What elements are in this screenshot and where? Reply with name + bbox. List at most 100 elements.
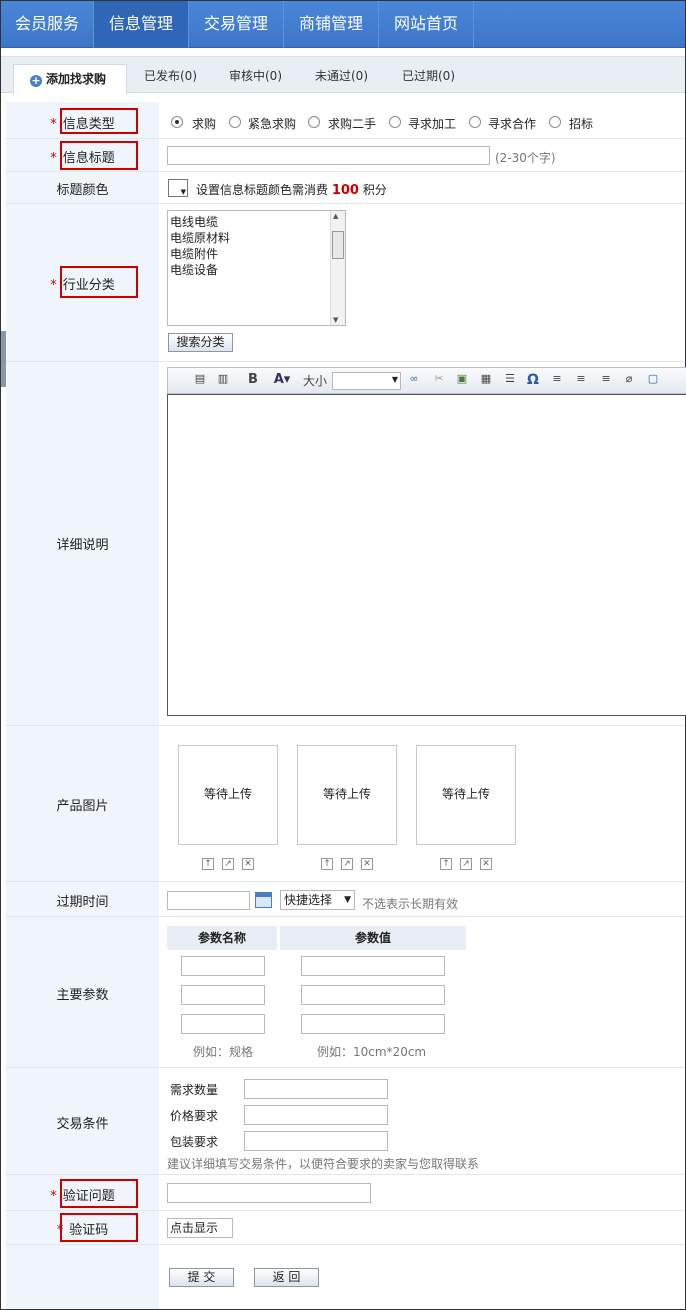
- row-divider: [6, 1244, 684, 1245]
- search-category-button[interactable]: 搜索分类: [168, 333, 233, 352]
- expire-note: 不选表示长期有效: [362, 897, 459, 911]
- image-upload-slot-2[interactable]: 等待上传: [297, 745, 397, 845]
- font-size-select[interactable]: ▼: [332, 372, 401, 390]
- param-name-input-3[interactable]: [181, 1014, 265, 1034]
- industry-listbox[interactable]: 电线电缆 电缆原材料 电缆附件 电缆设备 ▲ ▼: [167, 210, 346, 326]
- scroll-up-icon[interactable]: ▲: [333, 212, 338, 220]
- radio-label: 寻求合作: [488, 117, 537, 131]
- font-color-icon[interactable]: A▾: [271, 372, 293, 388]
- align-left-icon[interactable]: ≡: [549, 372, 565, 388]
- plus-icon: +: [30, 74, 42, 87]
- radio-processing[interactable]: [389, 116, 401, 128]
- radio-label: 招标: [569, 117, 594, 131]
- radio-label: 求购: [192, 117, 217, 131]
- upload-icon[interactable]: ↑: [440, 858, 452, 870]
- align-center-icon[interactable]: ≡: [573, 372, 589, 388]
- label-industry: * 行业分类: [50, 278, 115, 293]
- nav-shop-manage[interactable]: 商铺管理: [284, 1, 379, 48]
- open-icon[interactable]: ↗: [222, 858, 234, 870]
- open-icon[interactable]: ↗: [460, 858, 472, 870]
- scroll-thumb[interactable]: [332, 231, 344, 259]
- tab-add-purchase[interactable]: + 添加找求购: [13, 64, 127, 94]
- label-detail: 详细说明: [56, 538, 109, 553]
- industry-option[interactable]: 电缆附件: [170, 246, 230, 262]
- param-value-example: 例如：10cm*20cm: [317, 1045, 427, 1059]
- open-icon[interactable]: ↗: [341, 858, 353, 870]
- link-icon[interactable]: ∞: [406, 372, 422, 388]
- editor-content-area[interactable]: [167, 394, 686, 716]
- industry-option[interactable]: 电线电缆: [170, 214, 230, 230]
- tab-expired[interactable]: 已过期(0): [402, 57, 455, 93]
- fullscreen-icon[interactable]: ▢: [645, 372, 661, 388]
- align-right-icon[interactable]: ≡: [598, 372, 614, 388]
- bold-icon[interactable]: B: [246, 372, 260, 388]
- listbox-scrollbar[interactable]: ▲ ▼: [330, 211, 345, 325]
- radio-tender[interactable]: [549, 116, 561, 128]
- radio-label: 寻求加工: [408, 117, 457, 131]
- radio-label: 求购二手: [328, 117, 377, 131]
- unlink-icon[interactable]: ✂: [431, 372, 447, 388]
- attachment-icon[interactable]: ⌀: [622, 372, 636, 388]
- radio-label: 紧急求购: [248, 117, 297, 131]
- special-char-icon[interactable]: Ω: [525, 372, 541, 388]
- upload-icon[interactable]: ↑: [202, 858, 214, 870]
- label-info-title: * 信息标题: [50, 151, 115, 166]
- radio-purchase[interactable]: [171, 116, 183, 128]
- color-cost-note: 设置信息标题颜色需消费 100 积分: [196, 183, 387, 198]
- nav-info-manage[interactable]: 信息管理: [94, 1, 189, 48]
- nav-member-service[interactable]: 会员服务: [1, 1, 94, 48]
- paste-icon[interactable]: ▥: [215, 372, 231, 388]
- label-verify-question: * 验证问题: [50, 1189, 115, 1204]
- scroll-down-icon[interactable]: ▼: [333, 316, 338, 324]
- trade-quantity-input[interactable]: [244, 1079, 388, 1099]
- radio-used-purchase[interactable]: [308, 116, 320, 128]
- nav-trade-manage[interactable]: 交易管理: [189, 1, 284, 48]
- tab-rejected[interactable]: 未通过(0): [315, 57, 368, 93]
- param-name-example: 例如：规格: [193, 1045, 254, 1059]
- industry-option[interactable]: 电缆原材料: [170, 230, 230, 246]
- upload-icon[interactable]: ↑: [321, 858, 333, 870]
- industry-option[interactable]: 电缆设备: [170, 262, 230, 278]
- hr-icon[interactable]: ☰: [502, 372, 518, 388]
- param-value-input-1[interactable]: [301, 956, 445, 976]
- row-divider: [6, 881, 684, 882]
- expire-date-input[interactable]: [167, 891, 250, 910]
- tab-reviewing[interactable]: 审核中(0): [229, 57, 282, 93]
- color-picker[interactable]: ▼: [168, 179, 188, 197]
- media-icon[interactable]: ▦: [478, 372, 494, 388]
- tab-add-label: 添加找求购: [46, 72, 107, 86]
- image-upload-slot-3[interactable]: 等待上传: [416, 745, 516, 845]
- top-nav: 会员服务 信息管理 交易管理 商铺管理 网站首页: [1, 1, 685, 48]
- delete-icon[interactable]: ✕: [480, 858, 492, 870]
- back-button[interactable]: 返 回: [254, 1268, 319, 1287]
- radio-cooperation[interactable]: [469, 116, 481, 128]
- trade-price-input[interactable]: [244, 1105, 388, 1125]
- image-upload-slot-1[interactable]: 等待上传: [178, 745, 278, 845]
- tab-published[interactable]: 已发布(0): [144, 57, 197, 93]
- verify-answer-input[interactable]: [167, 1183, 371, 1203]
- param-value-header: 参数值: [280, 926, 466, 950]
- row-divider: [6, 1210, 684, 1211]
- param-name-input-2[interactable]: [181, 985, 265, 1005]
- calendar-icon[interactable]: [255, 892, 272, 908]
- delete-icon[interactable]: ✕: [242, 858, 254, 870]
- font-size-label: 大小: [302, 374, 327, 388]
- delete-icon[interactable]: ✕: [361, 858, 373, 870]
- row-divider: [6, 916, 684, 917]
- param-name-header: 参数名称: [167, 926, 277, 950]
- title-input[interactable]: [167, 146, 490, 165]
- image-icon[interactable]: ▣: [454, 372, 470, 388]
- radio-urgent-purchase[interactable]: [229, 116, 241, 128]
- nav-homepage[interactable]: 网站首页: [379, 1, 474, 48]
- captcha-show-button[interactable]: 点击显示: [167, 1218, 233, 1238]
- copy-icon[interactable]: ▤: [192, 372, 208, 388]
- submit-button[interactable]: 提 交: [169, 1268, 234, 1287]
- param-value-input-2[interactable]: [301, 985, 445, 1005]
- param-value-input-3[interactable]: [301, 1014, 445, 1034]
- param-name-input-1[interactable]: [181, 956, 265, 976]
- row-divider: [6, 203, 684, 204]
- dropdown-arrow-icon: ▼: [344, 895, 351, 905]
- trade-packaging-input[interactable]: [244, 1131, 388, 1151]
- label-images: 产品图片: [56, 799, 109, 814]
- quick-select-dropdown[interactable]: 快捷选择 ▼: [280, 890, 355, 910]
